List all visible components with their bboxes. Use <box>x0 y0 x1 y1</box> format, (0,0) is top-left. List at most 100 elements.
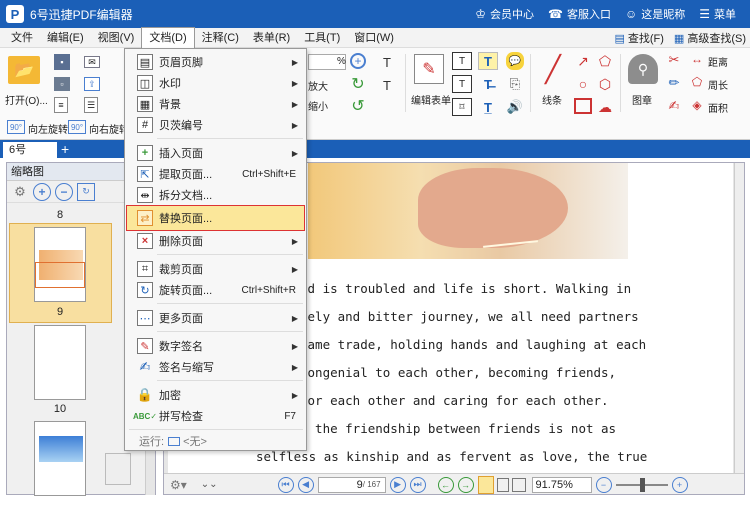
go-forward-icon[interactable]: → <box>457 476 474 493</box>
share-icon[interactable]: ⇪ <box>84 77 100 91</box>
menu-file[interactable]: 文件 <box>4 28 40 48</box>
zoom-level-field[interactable]: 91.75% <box>531 476 592 493</box>
line-label[interactable]: 线条 <box>542 92 562 107</box>
thumbnail-options-icon[interactable]: ⚙ <box>11 183 29 201</box>
zoom-in-label[interactable]: 放大 <box>308 78 328 93</box>
menu-item-watermark[interactable]: ◫ 水印 ▶ <box>125 73 306 93</box>
menu-item-split-document[interactable]: ⇹ 拆分文档... <box>125 185 306 205</box>
continuous-page-icon[interactable] <box>496 477 509 492</box>
sign-icon[interactable]: ✍ <box>666 98 682 114</box>
edit-form-icon[interactable]: ✎ <box>414 54 444 84</box>
single-page-icon[interactable] <box>477 475 494 494</box>
stamp-label[interactable]: 图章 <box>632 92 652 107</box>
eraser-icon[interactable]: ✂ <box>666 52 682 68</box>
attach-icon[interactable]: ⎘ <box>506 75 524 93</box>
status-expand-icon[interactable]: ⌄⌄ <box>201 479 218 490</box>
first-page-icon[interactable]: ⏮ <box>277 476 294 493</box>
rotate-right-icon[interactable]: 90° <box>68 120 86 134</box>
thumbnail-page-11[interactable] <box>34 421 86 496</box>
thumbnail-page-9[interactable] <box>34 227 86 302</box>
area-label[interactable]: 面积 <box>708 100 728 115</box>
zoom-in-icon[interactable]: + <box>350 53 366 69</box>
open-folder-icon[interactable]: 📂 <box>8 56 40 84</box>
save-icon[interactable]: ▪ <box>54 54 70 70</box>
main-menu-button[interactable]: ☰ 菜单 <box>699 6 736 22</box>
thumbnail-rotate-icon[interactable]: ↻ <box>77 182 95 201</box>
perimeter-label[interactable]: 周长 <box>708 77 728 92</box>
measure-icon[interactable]: ✏ <box>666 75 682 91</box>
rectangle-icon[interactable] <box>574 98 592 114</box>
text-edit-icon[interactable]: T <box>378 76 396 94</box>
menu-item-delete-page[interactable]: × 删除页面 ▶ <box>125 231 306 251</box>
next-page-icon[interactable]: ▶ <box>389 476 406 493</box>
cloud-icon[interactable]: ☁ <box>596 98 614 116</box>
menu-form[interactable]: 表单(R) <box>246 28 297 48</box>
line-tool-icon[interactable]: ╱ <box>536 52 570 86</box>
doc-tab-6[interactable]: 6号 <box>3 142 57 158</box>
text-select-icon[interactable]: T <box>378 53 396 71</box>
user-nickname-button[interactable]: ☺ 这是昵称 <box>625 6 685 22</box>
page-number-field[interactable]: 9/ 167 <box>317 476 386 493</box>
prev-page-icon[interactable]: ◀ <box>297 476 314 493</box>
thumbnail-page-10[interactable] <box>34 325 86 400</box>
text-field-icon[interactable]: T <box>452 52 472 70</box>
menu-tools[interactable]: 工具(T) <box>297 28 347 48</box>
vip-center-button[interactable]: ♔ 会员中心 <box>475 6 534 22</box>
menu-item-crop-page[interactable]: ⌗ 裁剪页面 ▶ <box>125 259 306 279</box>
email-icon[interactable]: ✉ <box>84 56 100 68</box>
last-page-icon[interactable]: ⏭ <box>409 476 426 493</box>
rotate-icon[interactable]: ↻ <box>350 76 366 93</box>
typewriter-icon[interactable]: T <box>478 52 498 70</box>
customer-service-button[interactable]: ☎ 客服入口 <box>548 6 611 22</box>
circle-icon[interactable]: ○ <box>574 75 592 93</box>
menu-document[interactable]: 文档(D) <box>141 27 195 48</box>
sound-icon[interactable]: 🔊 <box>506 98 524 116</box>
two-page-icon[interactable] <box>511 477 526 492</box>
menu-item-bates-numbering[interactable]: # 贝茨编号 ▶ <box>125 115 306 135</box>
rotate-left-label[interactable]: 向左旋转 <box>28 121 68 136</box>
menu-item-digital-signature[interactable]: ✎ 数字签名 ▶ <box>125 336 306 356</box>
find-button[interactable]: ▤ 查找(F) <box>614 30 663 46</box>
thumbnail-zoom-in-icon[interactable]: + <box>33 182 51 201</box>
stamp-icon[interactable]: ⚲ <box>628 54 658 84</box>
menu-item-header-footer[interactable]: ▤ 页眉页脚 ▶ <box>125 52 306 72</box>
menu-item-more-pages[interactable]: ⋯ 更多页面 ▶ <box>125 308 306 328</box>
zoom-percent-field[interactable]: % <box>308 54 346 70</box>
menu-item-sign-initials[interactable]: ✍ 签名与缩写 ▶ <box>125 357 306 377</box>
menu-item-extract-page[interactable]: ⇱ 提取页面... Ctrl+Shift+E <box>125 164 306 184</box>
menu-window[interactable]: 窗口(W) <box>347 28 401 48</box>
page-icon[interactable]: ≡ <box>54 97 68 113</box>
pentagon-icon[interactable]: ⬠ <box>596 52 614 70</box>
edit-form-label[interactable]: 编辑表单 <box>411 92 451 107</box>
callout-icon[interactable]: ⌑ <box>452 98 472 116</box>
polygon-icon[interactable]: ⬡ <box>596 75 614 93</box>
menu-view[interactable]: 视图(V) <box>91 28 142 48</box>
menu-item-replace-page[interactable]: ⇄ 替换页面... <box>125 208 306 228</box>
open-label[interactable]: 打开(O)... <box>5 92 48 107</box>
status-options-icon[interactable]: ⚙▾ <box>170 478 187 492</box>
doc-props-icon[interactable]: ☰ <box>84 97 98 113</box>
menu-item-spell-check[interactable]: ABC✓ 拼写检查 F7 <box>125 406 306 426</box>
strikeout-icon[interactable]: T̶ <box>478 75 498 93</box>
rotate-left-icon[interactable]: 90° <box>7 120 25 134</box>
arrow-tool-icon[interactable]: ↗ <box>574 52 592 70</box>
menu-item-encrypt[interactable]: 🔒 加密 ▶ <box>125 385 306 405</box>
refresh-icon[interactable]: ↺ <box>350 98 366 115</box>
underline-icon[interactable]: T̲ <box>478 98 498 116</box>
menu-edit[interactable]: 编辑(E) <box>40 28 91 48</box>
advanced-find-button[interactable]: ▦ 高级查找(S) <box>674 30 746 46</box>
menu-item-insert-page[interactable]: + 插入页面 ▶ <box>125 143 306 163</box>
menu-item-rotate-page[interactable]: ↻ 旋转页面... Ctrl+Shift+R <box>125 280 306 300</box>
menu-comment[interactable]: 注释(C) <box>195 28 246 48</box>
thumbnail-zoom-out-icon[interactable]: − <box>55 182 73 201</box>
distance-label[interactable]: 距离 <box>708 54 728 69</box>
go-back-icon[interactable]: ← <box>437 476 454 493</box>
zoom-in-circle-icon[interactable]: + <box>671 476 688 493</box>
zoom-slider[interactable] <box>615 477 668 492</box>
menu-run-row[interactable]: 运行: <无> <box>125 431 306 451</box>
zoom-out-circle-icon[interactable]: − <box>595 476 612 493</box>
rotate-right-label[interactable]: 向右旋转 <box>89 121 129 136</box>
document-scrollbar[interactable] <box>734 163 744 473</box>
note-icon[interactable]: 💬 <box>506 52 524 70</box>
textbox-icon[interactable]: T <box>452 75 472 93</box>
